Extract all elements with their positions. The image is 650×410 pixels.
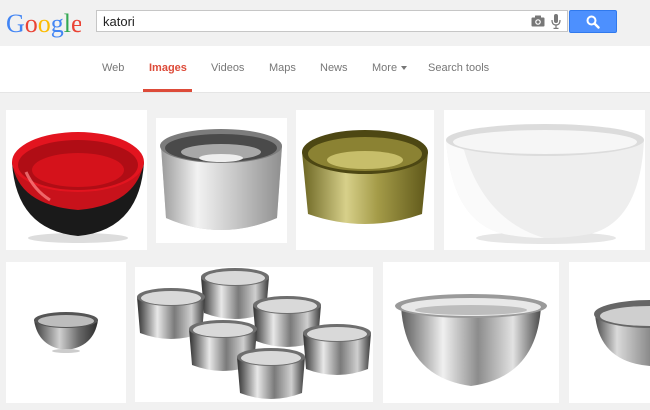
- search-box[interactable]: [96, 10, 568, 32]
- white-bowl-image: [444, 110, 645, 250]
- image-result-2[interactable]: [156, 118, 287, 243]
- image-result-5[interactable]: [6, 262, 126, 403]
- steel-mixing-bowl-image: [383, 262, 559, 403]
- brass-katori-image: [296, 110, 434, 250]
- logo-letter: l: [64, 9, 71, 38]
- active-tab-indicator: [143, 89, 192, 92]
- image-result-1[interactable]: [6, 110, 147, 250]
- steel-katori-image: [156, 118, 287, 243]
- tab-videos[interactable]: Videos: [211, 62, 244, 74]
- red-bowl-image: [6, 110, 147, 250]
- caret-down-icon: [401, 66, 408, 71]
- logo-letter: e: [71, 9, 81, 38]
- logo-letter: o: [38, 9, 51, 38]
- tab-news[interactable]: News: [320, 62, 348, 74]
- top-bar: Google: [0, 0, 650, 46]
- image-result-7[interactable]: [383, 262, 559, 403]
- katori-set-image: [135, 267, 373, 402]
- camera-icon[interactable]: [531, 15, 545, 27]
- google-logo[interactable]: Google: [6, 7, 81, 41]
- search-button[interactable]: [569, 10, 617, 33]
- image-result-4[interactable]: [444, 110, 645, 250]
- microphone-icon[interactable]: [551, 14, 561, 29]
- tab-images[interactable]: Images: [149, 62, 187, 74]
- google-logo-graphic: Google: [6, 9, 81, 38]
- tab-maps[interactable]: Maps: [269, 62, 296, 74]
- tab-web[interactable]: Web: [102, 62, 124, 74]
- tab-more-label: More: [372, 62, 398, 74]
- steel-bowl-partial-image: [569, 262, 650, 403]
- logo-letter: o: [25, 9, 38, 38]
- image-results-grid: [0, 93, 650, 410]
- magnifier-icon: [586, 15, 600, 29]
- image-result-8[interactable]: [569, 262, 650, 403]
- search-input[interactable]: [103, 13, 513, 30]
- tab-search-tools[interactable]: Search tools: [428, 62, 489, 74]
- small-steel-bowl-image: [6, 262, 126, 403]
- image-result-3[interactable]: [296, 110, 434, 250]
- logo-letter: G: [6, 9, 25, 38]
- logo-letter: g: [51, 9, 64, 38]
- tab-more[interactable]: More: [372, 62, 408, 74]
- image-result-6[interactable]: [135, 267, 373, 402]
- svg-text:Google: Google: [6, 9, 81, 38]
- search-tabs-bar: Web Images Videos Maps News More Search …: [0, 46, 650, 93]
